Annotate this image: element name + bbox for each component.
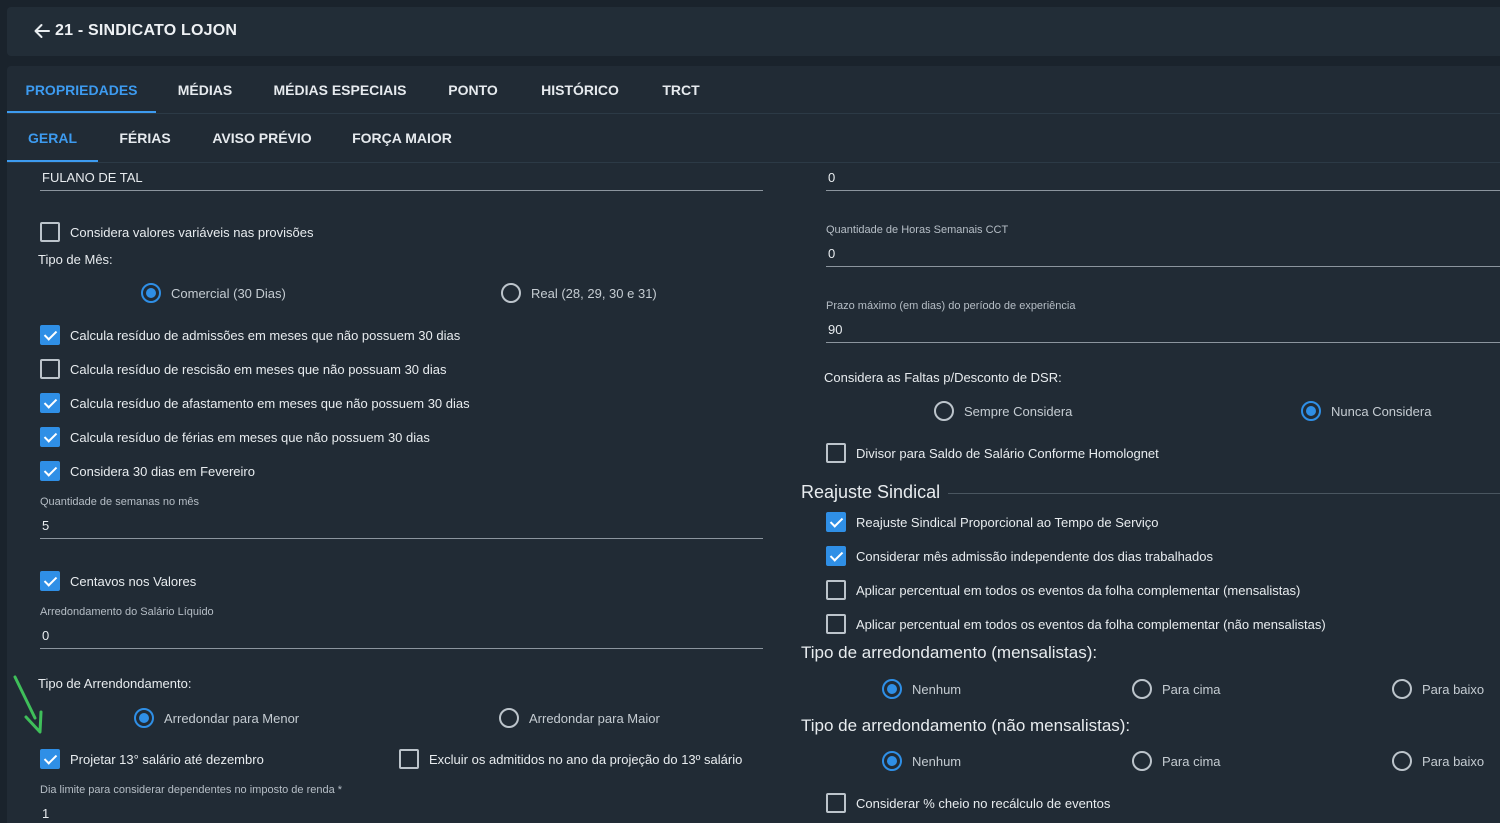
- section-divider: [948, 493, 1500, 494]
- radio-arredondar-menor[interactable]: Arredondar para Menor: [134, 708, 299, 728]
- aplicar-mensalistas-checkbox[interactable]: Aplicar percentual em todos os eventos d…: [826, 580, 1300, 600]
- radio-nao-mensalistas-nenhum[interactable]: Nenhum: [882, 751, 961, 771]
- residuo-ferias-checkbox[interactable]: Calcula resíduo de férias em meses que n…: [40, 427, 430, 447]
- reajuste-proporcional-checkbox[interactable]: Reajuste Sindical Proporcional ao Tempo …: [826, 512, 1159, 532]
- radio-nao-mensalistas-para-cima[interactable]: Para cima: [1132, 751, 1221, 771]
- tab-medias[interactable]: MÉDIAS: [156, 66, 254, 113]
- horas-semanais-field[interactable]: Quantidade de Horas Semanais CCT 0: [826, 224, 1500, 267]
- arred-nao-mensalistas-heading: Tipo de arredondamento (não mensalistas)…: [801, 716, 1131, 735]
- radio-nao-mensalistas-para-baixo[interactable]: Para baixo: [1392, 751, 1484, 771]
- radio-unselected: [1132, 679, 1152, 699]
- radio-selected: [882, 751, 902, 771]
- radio-sempre-considera[interactable]: Sempre Considera: [934, 401, 1072, 421]
- prazo-experiencia-field[interactable]: Prazo máximo (em dias) do período de exp…: [826, 300, 1500, 343]
- residuo-rescisao-checkbox[interactable]: Calcula resíduo de rescisão em meses que…: [40, 359, 447, 379]
- radio-arredondar-maior[interactable]: Arredondar para Maior: [499, 708, 660, 728]
- checkbox-box: [826, 793, 846, 813]
- radio-selected: [882, 679, 902, 699]
- checkbox-box: [40, 359, 60, 379]
- checkbox-box: [826, 443, 846, 463]
- excluir-admitidos-checkbox[interactable]: Excluir os admitidos no ano da projeção …: [399, 749, 742, 769]
- primary-tabs: PROPRIEDADES MÉDIAS MÉDIAS ESPECIAIS PON…: [7, 66, 1500, 114]
- radio-mensalistas-para-baixo[interactable]: Para baixo: [1392, 679, 1484, 699]
- checkbox-box: [40, 222, 60, 242]
- radio-unselected: [934, 401, 954, 421]
- tab-forca-maior[interactable]: FORÇA MAIOR: [332, 114, 472, 162]
- checkbox-box: [40, 749, 60, 769]
- considerar-cheio-checkbox[interactable]: Considerar % cheio no recálculo de event…: [826, 793, 1110, 813]
- considera-variaveis-checkbox[interactable]: Considera valores variáveis nas provisõe…: [40, 222, 314, 242]
- right-top-field[interactable]: 0: [826, 163, 1500, 191]
- residuo-afastamento-checkbox[interactable]: Calcula resíduo de afastamento em meses …: [40, 393, 470, 413]
- arredondamento-salario-field[interactable]: Arredondamento do Salário Líquido 0: [40, 606, 763, 649]
- radio-real[interactable]: Real (28, 29, 30 e 31): [501, 283, 657, 303]
- header-bar: 21 - SINDICATO LOJON: [7, 7, 1500, 56]
- considera-fevereiro-checkbox[interactable]: Considera 30 dias em Fevereiro: [40, 461, 255, 481]
- radio-selected: [1301, 401, 1321, 421]
- tipo-arredondamento-label: Tipo de Arrendondamento:: [38, 676, 192, 691]
- checkbox-box: [40, 325, 60, 345]
- dia-limite-field[interactable]: Dia limite para considerar dependentes n…: [40, 784, 763, 823]
- radio-unselected: [1392, 751, 1412, 771]
- radio-mensalistas-nenhum[interactable]: Nenhum: [882, 679, 961, 699]
- form-content: FULANO DE TAL Considera valores variávei…: [7, 163, 1500, 823]
- radio-unselected: [1132, 751, 1152, 771]
- tab-historico[interactable]: HISTÓRICO: [520, 66, 640, 113]
- main-card: PROPRIEDADES MÉDIAS MÉDIAS ESPECIAIS PON…: [7, 66, 1500, 823]
- projetar-13-checkbox[interactable]: Projetar 13° salário até dezembro: [40, 749, 264, 769]
- checkbox-box: [40, 461, 60, 481]
- tab-ferias[interactable]: FÉRIAS: [98, 114, 192, 162]
- checkbox-box: [826, 512, 846, 532]
- radio-selected: [141, 283, 161, 303]
- checkbox-box: [40, 427, 60, 447]
- checkbox-box: [40, 571, 60, 591]
- radio-mensalistas-para-cima[interactable]: Para cima: [1132, 679, 1221, 699]
- checkbox-box: [826, 580, 846, 600]
- name-field[interactable]: FULANO DE TAL: [40, 163, 763, 191]
- checkbox-box: [40, 393, 60, 413]
- tipo-mes-label: Tipo de Mês:: [38, 252, 113, 267]
- radio-unselected: [499, 708, 519, 728]
- checkbox-box: [826, 546, 846, 566]
- tab-ponto[interactable]: PONTO: [426, 66, 520, 113]
- arred-mensalistas-heading: Tipo de arredondamento (mensalistas):: [801, 643, 1098, 662]
- radio-unselected: [1392, 679, 1412, 699]
- annotation-arrow-icon: [13, 675, 43, 734]
- secondary-tabs: GERAL FÉRIAS AVISO PRÉVIO FORÇA MAIOR: [7, 114, 1500, 163]
- radio-selected: [134, 708, 154, 728]
- radio-unselected: [501, 283, 521, 303]
- aplicar-nao-mensalistas-checkbox[interactable]: Aplicar percentual em todos os eventos d…: [826, 614, 1326, 634]
- tab-aviso-previo[interactable]: AVISO PRÉVIO: [192, 114, 332, 162]
- arrow-left-icon[interactable]: [33, 22, 51, 40]
- faltas-dsr-label: Considera as Faltas p/Desconto de DSR:: [824, 370, 1062, 385]
- tab-propriedades[interactable]: PROPRIEDADES: [7, 66, 156, 113]
- divisor-saldo-checkbox[interactable]: Divisor para Saldo de Salário Conforme H…: [826, 443, 1159, 463]
- radio-nunca-considera[interactable]: Nunca Considera: [1301, 401, 1431, 421]
- centavos-checkbox[interactable]: Centavos nos Valores: [40, 571, 196, 591]
- residuo-admissoes-checkbox[interactable]: Calcula resíduo de admissões em meses qu…: [40, 325, 460, 345]
- tab-geral[interactable]: GERAL: [7, 114, 98, 162]
- page-title: 21 - SINDICATO LOJON: [55, 22, 238, 39]
- checkbox-box: [399, 749, 419, 769]
- reajuste-section-title: Reajuste Sindical: [801, 482, 941, 502]
- radio-comercial[interactable]: Comercial (30 Dias): [141, 283, 286, 303]
- tab-trct[interactable]: TRCT: [640, 66, 722, 113]
- checkbox-box: [826, 614, 846, 634]
- considerar-mes-admissao-checkbox[interactable]: Considerar mês admissão independente dos…: [826, 546, 1213, 566]
- semanas-mes-field[interactable]: Quantidade de semanas no mês 5: [40, 496, 763, 539]
- tab-medias-especiais[interactable]: MÉDIAS ESPECIAIS: [254, 66, 426, 113]
